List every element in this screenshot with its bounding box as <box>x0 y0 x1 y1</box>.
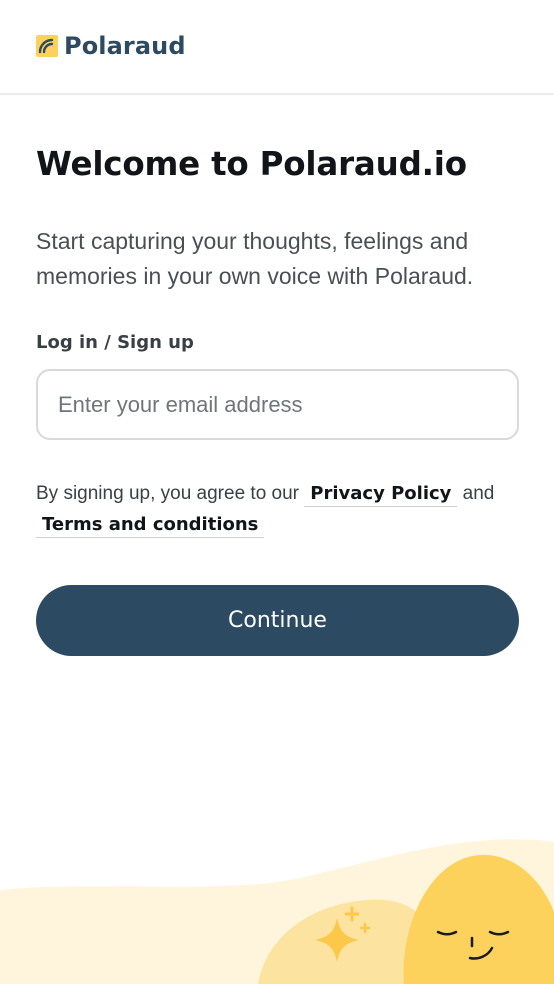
continue-button[interactable]: Continue <box>36 585 519 656</box>
login-page: Polaraud Welcome to Polaraud.io Start ca… <box>0 0 554 984</box>
legal-prefix: By signing up, you agree to our <box>36 483 305 504</box>
polaraud-logo-icon <box>36 35 58 57</box>
email-input[interactable] <box>36 369 519 440</box>
login-signup-label: Log in / Sign up <box>36 332 194 353</box>
page-title: Welcome to Polaraud.io <box>36 145 467 183</box>
legal-notice: By signing up, you agree to our Privacy … <box>36 478 526 540</box>
brand-logo[interactable]: Polaraud <box>36 32 186 60</box>
privacy-policy-link[interactable]: Privacy Policy <box>304 483 458 507</box>
brand-name: Polaraud <box>64 32 186 60</box>
intro-text: Start capturing your thoughts, feelings … <box>36 228 474 289</box>
legal-middle: and <box>457 483 495 504</box>
footer-illustration <box>0 839 554 984</box>
top-header: Polaraud <box>0 0 554 95</box>
terms-link[interactable]: Terms and conditions <box>36 514 265 538</box>
